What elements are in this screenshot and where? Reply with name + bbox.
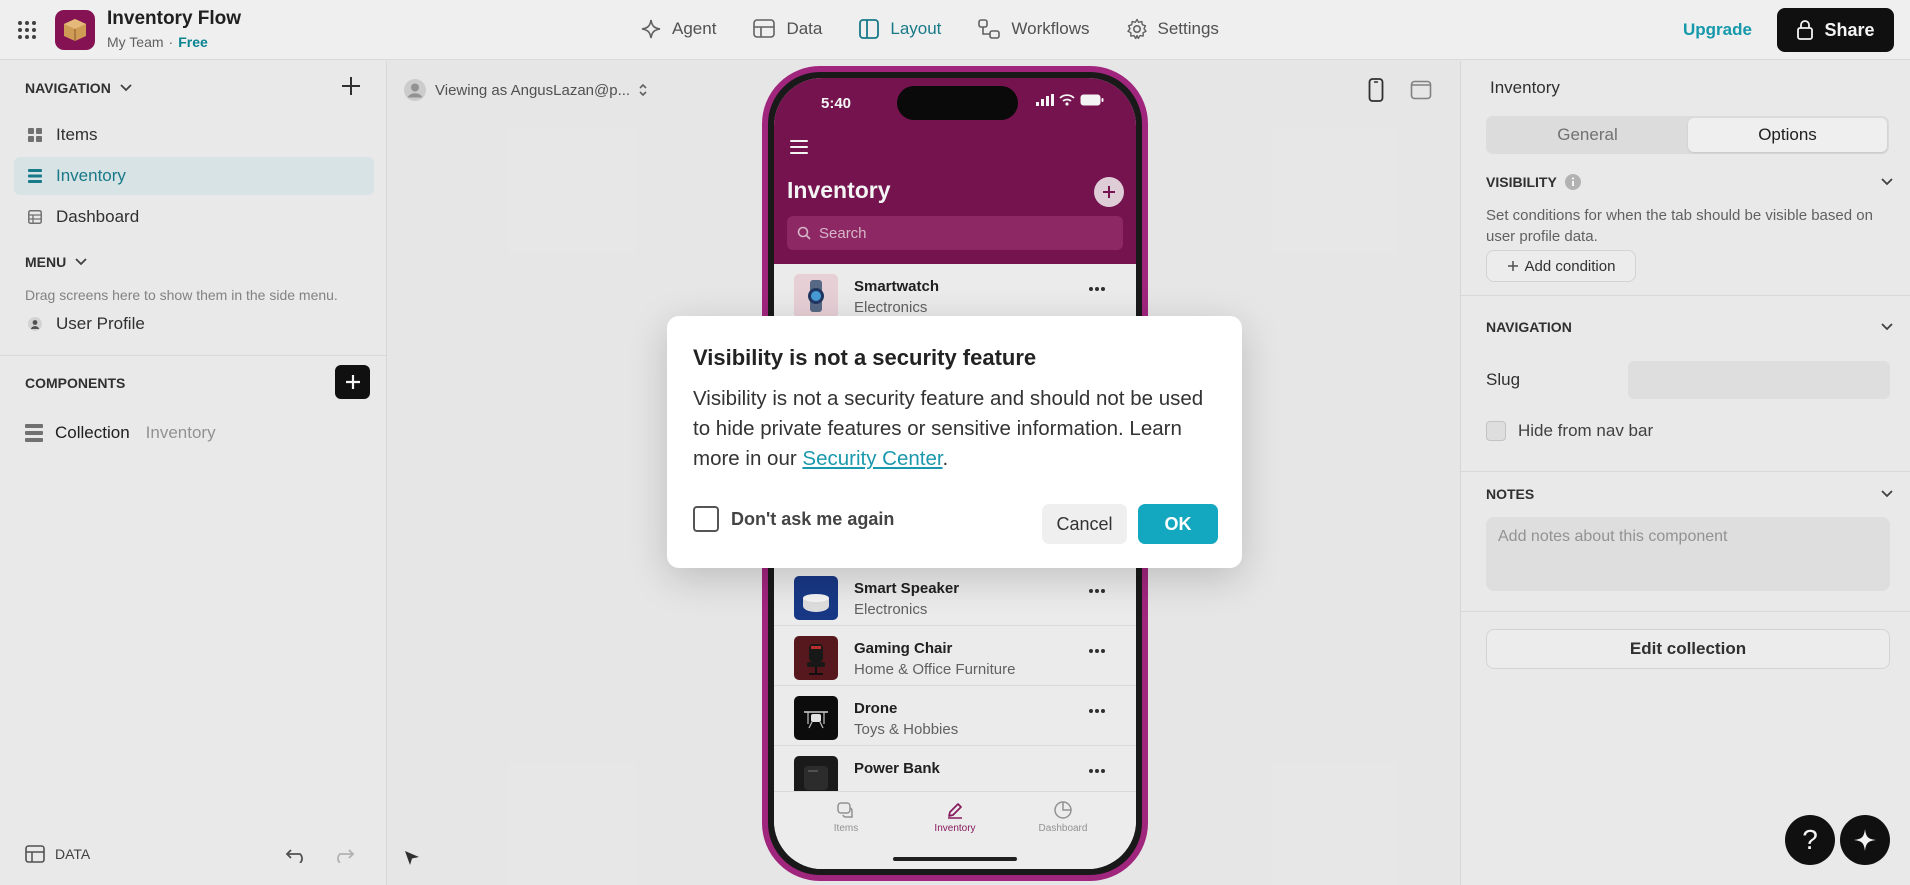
ok-button[interactable]: OK bbox=[1138, 504, 1218, 544]
security-warning-dialog: Visibility is not a security feature Vis… bbox=[667, 316, 1242, 568]
checkbox[interactable] bbox=[693, 506, 719, 532]
cancel-button[interactable]: Cancel bbox=[1042, 504, 1127, 544]
dont-ask-again-checkbox[interactable]: Don't ask me again bbox=[693, 506, 894, 532]
dialog-body-end: . bbox=[942, 447, 949, 470]
dialog-body: Visibility is not a security feature and… bbox=[693, 384, 1223, 474]
dialog-title: Visibility is not a security feature bbox=[693, 345, 1037, 370]
dont-ask-again-label: Don't ask me again bbox=[731, 508, 895, 529]
security-center-link[interactable]: Security Center bbox=[802, 447, 942, 470]
